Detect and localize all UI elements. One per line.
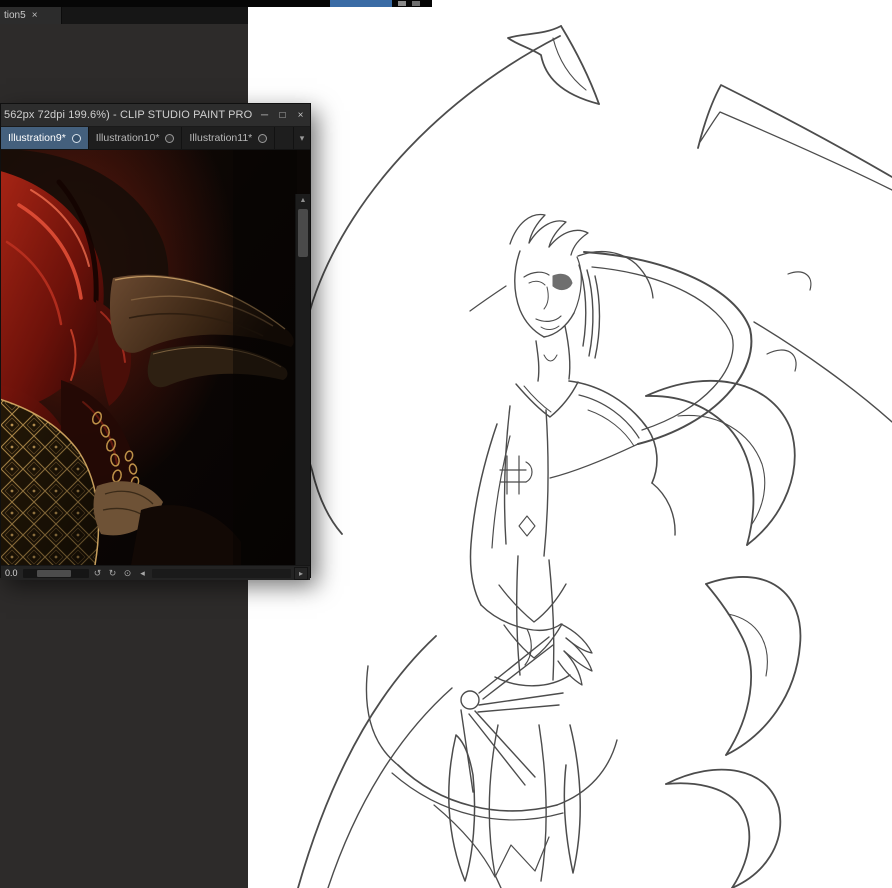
- close-button[interactable]: ×: [292, 106, 309, 124]
- tab-overflow-button[interactable]: ▾: [293, 127, 310, 149]
- maximize-button[interactable]: □: [274, 106, 291, 124]
- scroll-right-icon: ▸: [298, 568, 303, 578]
- vertical-scrollbar[interactable]: ▲ ▼: [295, 194, 310, 565]
- minimize-icon: ─: [260, 109, 269, 121]
- canvas-navigation-bar: 0.0 ↺ ↻ ⊙ ◂ ▸: [1, 565, 310, 580]
- artwork-preview: [1, 150, 297, 565]
- window-titlebar[interactable]: 562px 72dpi 199.6%) - CLIP STUDIO PAINT …: [1, 104, 310, 127]
- clip-studio-window[interactable]: 562px 72dpi 199.6%) - CLIP STUDIO PAINT …: [0, 103, 311, 580]
- tab-illustration9[interactable]: Illustration9*: [1, 127, 89, 149]
- document-tabstrip: tion5 ×: [0, 7, 248, 24]
- main-canvas[interactable]: [248, 7, 892, 888]
- tab-label: Illustration11*: [189, 132, 253, 144]
- scroll-right-button[interactable]: ▸: [294, 566, 308, 580]
- vertical-scroll-handle[interactable]: [298, 209, 308, 257]
- rotate-left-icon: ↺: [93, 567, 102, 578]
- rotation-value: 0.0: [5, 568, 18, 578]
- illustration-tabbar: Illustration9* Illustration10* Illustrat…: [1, 127, 310, 150]
- sketch-lineart: [297, 25, 892, 888]
- scroll-up-button[interactable]: ▲: [296, 194, 310, 207]
- document-tab[interactable]: tion5 ×: [0, 7, 62, 24]
- rotation-slider-handle[interactable]: [36, 569, 71, 577]
- scroll-left-button[interactable]: ◂: [137, 567, 149, 580]
- rotation-slider[interactable]: [22, 568, 89, 578]
- rotate-left-button[interactable]: ↺: [92, 567, 104, 580]
- top-sliver-icon: [398, 1, 406, 6]
- tab-label: Illustration10*: [95, 132, 160, 144]
- window-title: 562px 72dpi 199.6%) - CLIP STUDIO PAINT …: [4, 109, 253, 121]
- tab-close-icon[interactable]: ×: [32, 10, 38, 21]
- tab-modified-dot[interactable]: [165, 133, 175, 143]
- artwork-viewport[interactable]: ▲ ▼: [1, 150, 310, 565]
- tab-illustration10[interactable]: Illustration10*: [89, 127, 183, 149]
- maximize-icon: □: [279, 109, 286, 121]
- tab-modified-dot[interactable]: [258, 133, 268, 143]
- reset-view-button[interactable]: ⊙: [122, 567, 134, 580]
- tab-illustration11[interactable]: Illustration11*: [182, 127, 276, 149]
- close-icon: ×: [297, 109, 304, 121]
- scroll-left-icon: ◂: [140, 567, 145, 578]
- top-sliver-icon: [412, 1, 420, 6]
- tab-label: Illustration9*: [8, 132, 66, 144]
- scroll-up-icon: ▲: [299, 197, 307, 204]
- top-sliver-blue-fragment: [330, 0, 392, 7]
- tab-modified-dot[interactable]: [71, 133, 81, 143]
- horizontal-scroll-track[interactable]: [151, 568, 291, 578]
- chevron-down-icon: ▾: [299, 132, 305, 143]
- document-tab-label: tion5: [4, 10, 26, 21]
- minimize-button[interactable]: ─: [256, 106, 273, 124]
- rotate-right-button[interactable]: ↻: [107, 567, 119, 580]
- rotate-right-icon: ↻: [108, 567, 117, 578]
- reset-view-icon: ⊙: [123, 567, 132, 578]
